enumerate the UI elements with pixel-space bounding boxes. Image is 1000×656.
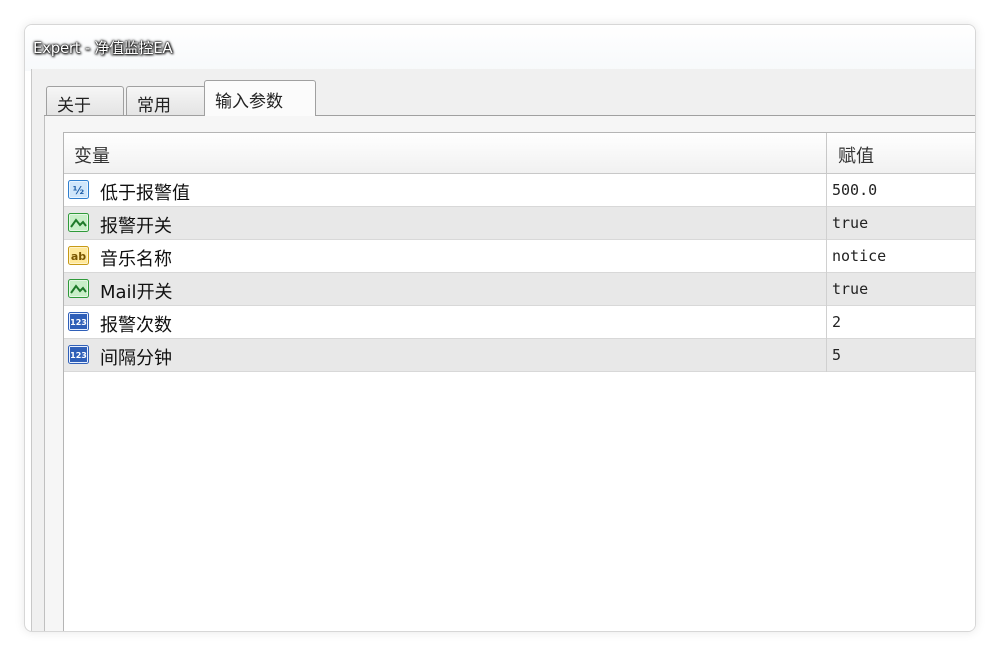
parameter-name: Mail开关 (100, 282, 173, 303)
table-row[interactable]: 报警开关 true (64, 207, 975, 240)
svg-text:123: 123 (70, 351, 87, 360)
cell-separator (826, 240, 827, 273)
cell-separator (826, 339, 827, 372)
parameter-value[interactable]: notice (832, 247, 886, 265)
window-title: Expert - 净值监控EA (33, 39, 173, 57)
parameter-value[interactable]: 500.0 (832, 181, 877, 199)
integer-icon: 123 (68, 312, 89, 331)
parameter-name: 音乐名称 (100, 249, 172, 270)
parameter-value[interactable]: true (832, 280, 868, 298)
svg-text:123: 123 (70, 318, 87, 327)
column-resize-handle[interactable] (826, 133, 827, 174)
parameter-name: 低于报警值 (100, 183, 190, 204)
column-header-value[interactable]: 赋值 (838, 142, 874, 168)
parameter-value[interactable]: true (832, 214, 868, 232)
tab-common[interactable]: 常用 (126, 86, 206, 116)
grid-header: 变量 赋值 (64, 133, 975, 174)
tab-inputs[interactable]: 输入参数 (204, 80, 316, 116)
table-row[interactable]: 123 间隔分钟 5 (64, 339, 975, 372)
table-row[interactable]: ½ 低于报警值 500.0 (64, 174, 975, 207)
table-row[interactable]: Mail开关 true (64, 273, 975, 306)
table-row[interactable]: ab 音乐名称 notice (64, 240, 975, 273)
cell-separator (826, 207, 827, 240)
expert-properties-window: Expert - 净值监控EA 关于 常用 输入参数 变量 赋值 ½ 低于报警值… (24, 24, 976, 632)
column-header-variable[interactable]: 变量 (74, 142, 110, 168)
parameter-name: 报警开关 (100, 216, 172, 237)
tab-about[interactable]: 关于 (46, 86, 124, 116)
dialog-panel: 关于 常用 输入参数 变量 赋值 ½ 低于报警值 500.0 报警开关 true… (31, 69, 975, 631)
tab-content: 变量 赋值 ½ 低于报警值 500.0 报警开关 true ab 音乐名称 no… (44, 116, 975, 631)
bool-icon (68, 213, 89, 232)
grid-rows: ½ 低于报警值 500.0 报警开关 true ab 音乐名称 notice M… (64, 174, 975, 372)
double-value-icon: ½ (68, 180, 89, 199)
svg-text:½: ½ (73, 184, 84, 197)
svg-text:ab: ab (71, 250, 86, 263)
cell-separator (826, 273, 827, 306)
string-icon: ab (68, 246, 89, 265)
parameter-value[interactable]: 2 (832, 313, 841, 331)
table-row[interactable]: 123 报警次数 2 (64, 306, 975, 339)
title-bar: Expert - 净值监控EA (25, 25, 975, 71)
parameter-value[interactable]: 5 (832, 346, 841, 364)
parameters-grid: 变量 赋值 ½ 低于报警值 500.0 报警开关 true ab 音乐名称 no… (63, 132, 975, 631)
parameter-name: 报警次数 (100, 315, 172, 336)
cell-separator (826, 306, 827, 339)
integer-icon: 123 (68, 345, 89, 364)
cell-separator (826, 174, 827, 207)
bool-icon (68, 279, 89, 298)
parameter-name: 间隔分钟 (100, 348, 172, 369)
